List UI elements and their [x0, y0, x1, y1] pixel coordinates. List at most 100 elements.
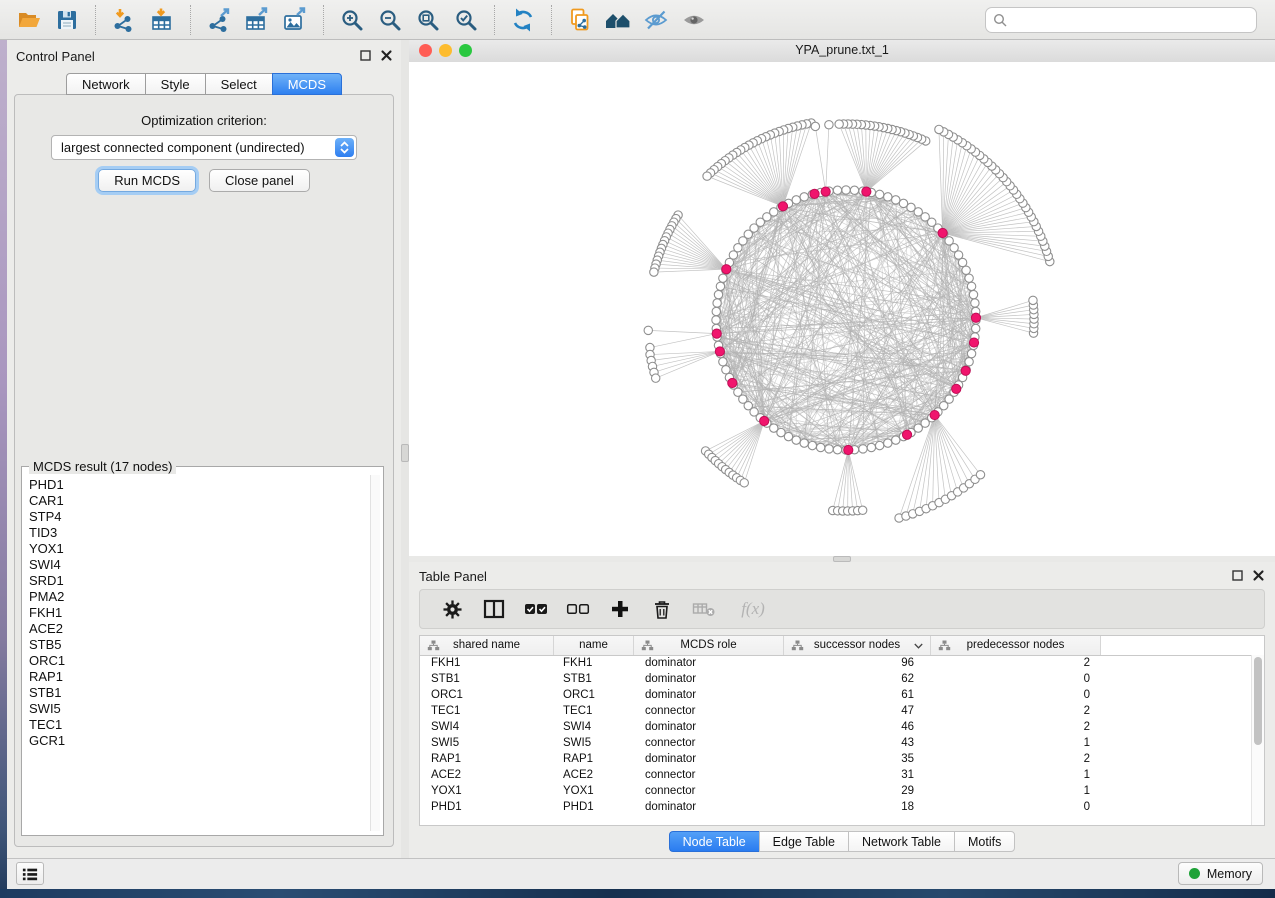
- result-item[interactable]: ORC1: [29, 653, 369, 669]
- column-header-predecessor-nodes[interactable]: predecessor nodes: [931, 636, 1101, 655]
- ring-node[interactable]: [967, 349, 975, 357]
- result-item[interactable]: ACE2: [29, 621, 369, 637]
- window-zoom-light[interactable]: [459, 44, 472, 57]
- ring-node[interactable]: [965, 358, 973, 366]
- mcds-node[interactable]: [862, 187, 871, 196]
- tab-network[interactable]: Network: [66, 73, 145, 95]
- refresh-view-icon[interactable]: [505, 4, 541, 36]
- export-table-icon[interactable]: [239, 4, 275, 36]
- zoom-in-icon[interactable]: [334, 4, 370, 36]
- result-scrollbar[interactable]: [370, 475, 380, 831]
- ring-node[interactable]: [808, 441, 816, 449]
- ring-node[interactable]: [833, 186, 841, 194]
- leaf-node[interactable]: [703, 172, 711, 180]
- ring-node[interactable]: [714, 290, 722, 298]
- tab-edge-table[interactable]: Edge Table: [759, 831, 848, 852]
- mcds-node[interactable]: [728, 378, 737, 387]
- ring-node[interactable]: [965, 274, 973, 282]
- result-item[interactable]: PHD1: [29, 477, 369, 493]
- ring-node[interactable]: [971, 299, 979, 307]
- table-panel-close-button[interactable]: [1252, 569, 1265, 582]
- settings-icon[interactable]: [436, 594, 468, 624]
- ring-node[interactable]: [792, 436, 800, 444]
- ring-node[interactable]: [719, 274, 727, 282]
- column-header-name[interactable]: name: [554, 636, 634, 655]
- ring-node[interactable]: [962, 266, 970, 274]
- ring-node[interactable]: [792, 196, 800, 204]
- result-item[interactable]: GCR1: [29, 733, 369, 749]
- leaf-node[interactable]: [1029, 296, 1037, 304]
- copy-network-share-icon[interactable]: [562, 4, 598, 36]
- table-scrollbar-thumb[interactable]: [1254, 657, 1262, 745]
- column-header-successor-nodes[interactable]: successor nodes: [784, 636, 931, 655]
- table-panel-float-button[interactable]: [1231, 569, 1244, 582]
- ring-node[interactable]: [833, 446, 841, 454]
- import-network-icon[interactable]: [106, 4, 142, 36]
- export-image-icon[interactable]: [277, 4, 313, 36]
- ring-node[interactable]: [884, 439, 892, 447]
- ring-node[interactable]: [712, 316, 720, 324]
- result-item[interactable]: SWI4: [29, 557, 369, 573]
- import-table-icon[interactable]: [144, 4, 180, 36]
- toggle-panel-layout-icon[interactable]: [478, 594, 510, 624]
- leaf-node[interactable]: [825, 121, 833, 129]
- run-mcds-button[interactable]: Run MCDS: [98, 169, 196, 192]
- deselect-all-icon[interactable]: [562, 594, 594, 624]
- ring-node[interactable]: [892, 436, 900, 444]
- ring-node[interactable]: [800, 439, 808, 447]
- table-row[interactable]: PHD1PHD1dominator180: [420, 799, 1264, 815]
- mcds-node[interactable]: [969, 338, 978, 347]
- mcds-node[interactable]: [902, 430, 911, 439]
- add-row-icon[interactable]: [604, 594, 636, 624]
- column-header-shared-name[interactable]: shared name: [420, 636, 554, 655]
- mcds-node[interactable]: [778, 202, 787, 211]
- control-panel-float-button[interactable]: [359, 49, 372, 62]
- result-item[interactable]: STP4: [29, 509, 369, 525]
- ring-node[interactable]: [972, 324, 980, 332]
- leaf-node[interactable]: [650, 268, 658, 276]
- first-neighbors-icon[interactable]: [600, 4, 636, 36]
- result-item[interactable]: STB1: [29, 685, 369, 701]
- export-network-icon[interactable]: [201, 4, 237, 36]
- table-scrollbar[interactable]: [1251, 655, 1264, 825]
- delete-column-icon[interactable]: [688, 594, 720, 624]
- tab-motifs[interactable]: Motifs: [954, 831, 1015, 852]
- mcds-node[interactable]: [930, 410, 939, 419]
- ring-node[interactable]: [722, 366, 730, 374]
- ring-node[interactable]: [875, 190, 883, 198]
- table-row[interactable]: STB1STB1dominator620: [420, 671, 1264, 687]
- vertical-splitter[interactable]: [401, 40, 409, 859]
- ring-node[interactable]: [969, 290, 977, 298]
- ring-node[interactable]: [899, 199, 907, 207]
- leaf-node[interactable]: [976, 471, 984, 479]
- leaf-node[interactable]: [858, 506, 866, 514]
- network-canvas[interactable]: [409, 62, 1275, 556]
- vertical-splitter-grip[interactable]: [401, 444, 409, 462]
- mcds-result-list[interactable]: PHD1CAR1STP4TID3YOX1SWI4SRD1PMA2FKH1ACE2…: [29, 477, 369, 831]
- tab-node-table[interactable]: Node Table: [669, 831, 759, 852]
- ring-node[interactable]: [825, 445, 833, 453]
- table-row[interactable]: FKH1FKH1dominator962: [420, 655, 1264, 671]
- mcds-node[interactable]: [712, 329, 721, 338]
- leaf-node[interactable]: [935, 125, 943, 133]
- result-item[interactable]: STB5: [29, 637, 369, 653]
- result-item[interactable]: CAR1: [29, 493, 369, 509]
- mcds-node[interactable]: [961, 366, 970, 375]
- ring-node[interactable]: [800, 193, 808, 201]
- close-panel-button[interactable]: Close panel: [209, 169, 310, 192]
- ring-node[interactable]: [867, 443, 875, 451]
- apply-function-icon[interactable]: f(x): [730, 594, 776, 624]
- ring-node[interactable]: [784, 432, 792, 440]
- ring-node[interactable]: [719, 358, 727, 366]
- table-row[interactable]: TEC1TEC1connector472: [420, 703, 1264, 719]
- leaf-node[interactable]: [644, 326, 652, 334]
- ring-node[interactable]: [850, 186, 858, 194]
- window-close-light[interactable]: [419, 44, 432, 57]
- table-row[interactable]: ACE2ACE2connector311: [420, 767, 1264, 783]
- mcds-node[interactable]: [938, 228, 947, 237]
- mcds-node[interactable]: [715, 347, 724, 356]
- mcds-node[interactable]: [821, 187, 830, 196]
- result-item[interactable]: FKH1: [29, 605, 369, 621]
- select-all-icon[interactable]: [520, 594, 552, 624]
- tab-network-table[interactable]: Network Table: [848, 831, 954, 852]
